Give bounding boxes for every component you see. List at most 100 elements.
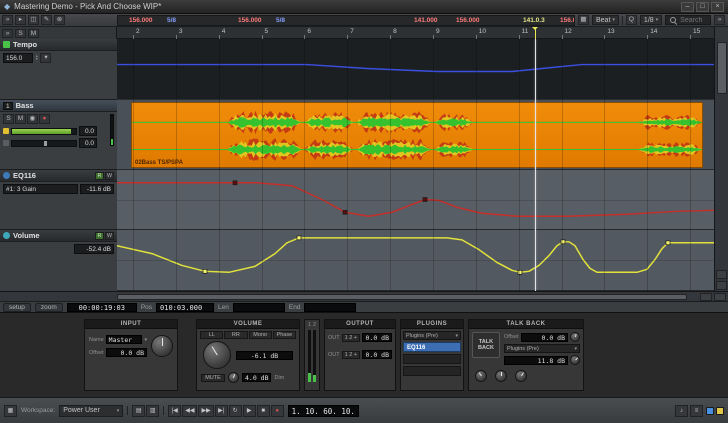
read-automation-button[interactable]: R bbox=[95, 172, 104, 180]
global-mute-button[interactable]: M bbox=[28, 29, 39, 38]
tempo-value[interactable]: 156.0 bbox=[3, 53, 33, 63]
cue-level-knob[interactable] bbox=[515, 370, 527, 382]
automation-point[interactable] bbox=[343, 210, 347, 214]
talkback-offset-knob[interactable] bbox=[570, 332, 580, 342]
grid-mode-dropdown[interactable]: Beat ▾ bbox=[592, 15, 619, 25]
bass-track-panel[interactable]: 1 Bass S M ◉ ● 0.0 0.0 bbox=[0, 100, 117, 170]
marker-label[interactable]: 156.000 bbox=[560, 17, 575, 24]
expand-toolbar-button[interactable]: » bbox=[2, 15, 13, 25]
marker-label[interactable]: 156.000 bbox=[129, 17, 153, 24]
marker-label[interactable]: 156.000 bbox=[456, 17, 480, 24]
transport-button[interactable]: ↻ bbox=[229, 405, 242, 417]
volume-automation-value[interactable]: -52.4 dB bbox=[74, 244, 114, 254]
volume-automation-panel[interactable]: Volume R W -52.4 dB bbox=[0, 230, 117, 291]
automation-point[interactable] bbox=[666, 241, 670, 245]
output-offset-value[interactable]: 0.0 dB bbox=[362, 333, 392, 342]
eq-automation-lane[interactable] bbox=[117, 170, 714, 230]
len-value[interactable] bbox=[233, 303, 285, 312]
talkback-plugins-dropdown[interactable]: Plugins (Pre) ▾ bbox=[504, 344, 580, 353]
audio-clip[interactable]: 02Bass TS/PSPA bbox=[131, 102, 703, 168]
input-name-value[interactable]: Master bbox=[106, 335, 143, 344]
eq-parameter-name[interactable]: #1: 3 Gain bbox=[3, 184, 78, 194]
eq-parameter-value[interactable]: -11.6 dB bbox=[80, 184, 114, 194]
tempo-lane[interactable] bbox=[117, 39, 714, 100]
pos-value[interactable]: 010:03.000 bbox=[156, 303, 214, 312]
bass-track-lane[interactable]: 02Bass TS/PSPA bbox=[117, 100, 714, 170]
automation-curve[interactable] bbox=[117, 238, 714, 272]
vertical-scroll-thumb[interactable] bbox=[717, 42, 727, 94]
tempo-spinner[interactable]: ▲ ▼ bbox=[35, 55, 38, 62]
transport-button[interactable]: ■ bbox=[257, 405, 270, 417]
scroll-corner-button[interactable] bbox=[714, 293, 726, 301]
automation-curve[interactable] bbox=[117, 65, 714, 72]
status-icon[interactable]: ▥ bbox=[146, 405, 159, 417]
zoom-button[interactable]: zoom bbox=[35, 303, 63, 312]
marker-label[interactable]: 5/8 bbox=[167, 17, 176, 24]
main-level-knob[interactable] bbox=[203, 341, 231, 369]
marker-label[interactable]: 5/8 bbox=[276, 17, 285, 24]
output-offset-value[interactable]: 0.0 dB bbox=[362, 350, 392, 359]
close-button[interactable]: × bbox=[711, 2, 724, 12]
plugins-pre-dropdown[interactable]: Plugins (Pre) ▾ bbox=[403, 331, 461, 340]
tempo-marker-strip[interactable]: 156.0005/8156.0005/8141.000156.000141.0.… bbox=[117, 15, 575, 26]
tempo-curve[interactable] bbox=[117, 39, 714, 99]
pan-slider[interactable] bbox=[11, 140, 77, 147]
transport-button[interactable]: |◀ bbox=[168, 405, 181, 417]
tool-icon-1[interactable]: ▸ bbox=[15, 15, 26, 25]
scroll-corner-button[interactable] bbox=[716, 270, 727, 279]
downmix-button-phase[interactable]: Phase bbox=[273, 331, 296, 339]
transport-button[interactable]: ▶ bbox=[243, 405, 256, 417]
automation-point[interactable] bbox=[297, 236, 301, 240]
minimize-button[interactable]: – bbox=[681, 2, 694, 12]
quantize-button[interactable]: Q bbox=[626, 15, 637, 25]
global-solo-button[interactable]: S bbox=[15, 29, 26, 38]
talkback-level-knob[interactable] bbox=[570, 355, 580, 365]
end-value[interactable] bbox=[304, 303, 356, 312]
position-display[interactable]: 1. 10. 60. 10. bbox=[288, 405, 359, 417]
tool-icon-3[interactable]: ✎ bbox=[41, 15, 52, 25]
pan-value[interactable]: 0.0 bbox=[79, 138, 97, 148]
dim-value[interactable]: 4.0 dB bbox=[242, 373, 271, 382]
monitor-button[interactable]: ◉ bbox=[27, 114, 38, 124]
automation-curve[interactable] bbox=[117, 183, 714, 216]
time-display[interactable]: 00:00:19:03 bbox=[67, 303, 137, 312]
cue-level-knob[interactable] bbox=[495, 370, 507, 382]
workspace-grid-icon[interactable]: ▦ bbox=[4, 405, 17, 417]
status-icon[interactable]: ♪ bbox=[675, 405, 688, 417]
dim-knob[interactable] bbox=[228, 372, 239, 383]
maximize-button[interactable]: □ bbox=[696, 2, 709, 12]
downmix-button-ll[interactable]: LL bbox=[200, 331, 223, 339]
setup-button[interactable]: setup bbox=[3, 303, 31, 312]
write-automation-button[interactable]: W bbox=[105, 172, 114, 180]
transport-button[interactable]: ▶▶ bbox=[198, 405, 213, 417]
transport-button[interactable]: ▶| bbox=[215, 405, 228, 417]
plugin-slot-selected[interactable]: EQ116 bbox=[403, 342, 461, 352]
transport-button[interactable]: ◀◀ bbox=[182, 405, 197, 417]
read-automation-button[interactable]: R bbox=[95, 232, 104, 240]
input-offset-value[interactable]: 0.0 dB bbox=[106, 348, 147, 357]
scroll-corner-button[interactable] bbox=[716, 281, 727, 290]
plugin-slot-empty[interactable] bbox=[403, 366, 461, 376]
search-box[interactable] bbox=[665, 15, 711, 25]
mute-button[interactable]: MUTE bbox=[201, 374, 225, 382]
volume-slider[interactable] bbox=[11, 128, 77, 135]
horizontal-scrollbar[interactable] bbox=[0, 291, 728, 301]
automation-point[interactable] bbox=[561, 240, 565, 244]
scroll-corner-button[interactable] bbox=[700, 293, 712, 301]
workspace-dropdown[interactable]: Power User ▾ bbox=[59, 405, 123, 417]
grid-type-icon[interactable]: ▦ bbox=[578, 15, 589, 25]
quantize-dropdown[interactable]: 1/8 ▾ bbox=[640, 15, 662, 25]
transport-button[interactable]: ● bbox=[271, 405, 284, 417]
cue-level-knob[interactable] bbox=[475, 370, 487, 382]
plugin-slot-empty[interactable] bbox=[403, 354, 461, 364]
main-level-value[interactable]: -6.1 dB bbox=[236, 351, 293, 360]
marker-label[interactable]: 156.000 bbox=[238, 17, 262, 24]
automation-point[interactable] bbox=[518, 270, 522, 274]
automation-point[interactable] bbox=[203, 269, 207, 273]
write-automation-button[interactable]: W bbox=[105, 232, 114, 240]
timeline-ruler[interactable]: 23456789101112131415 bbox=[117, 27, 714, 39]
automation-point[interactable] bbox=[233, 181, 237, 185]
automation-point[interactable] bbox=[423, 198, 427, 202]
solo-button[interactable]: S bbox=[3, 114, 14, 124]
downmix-button-rr[interactable]: RR bbox=[224, 331, 247, 339]
